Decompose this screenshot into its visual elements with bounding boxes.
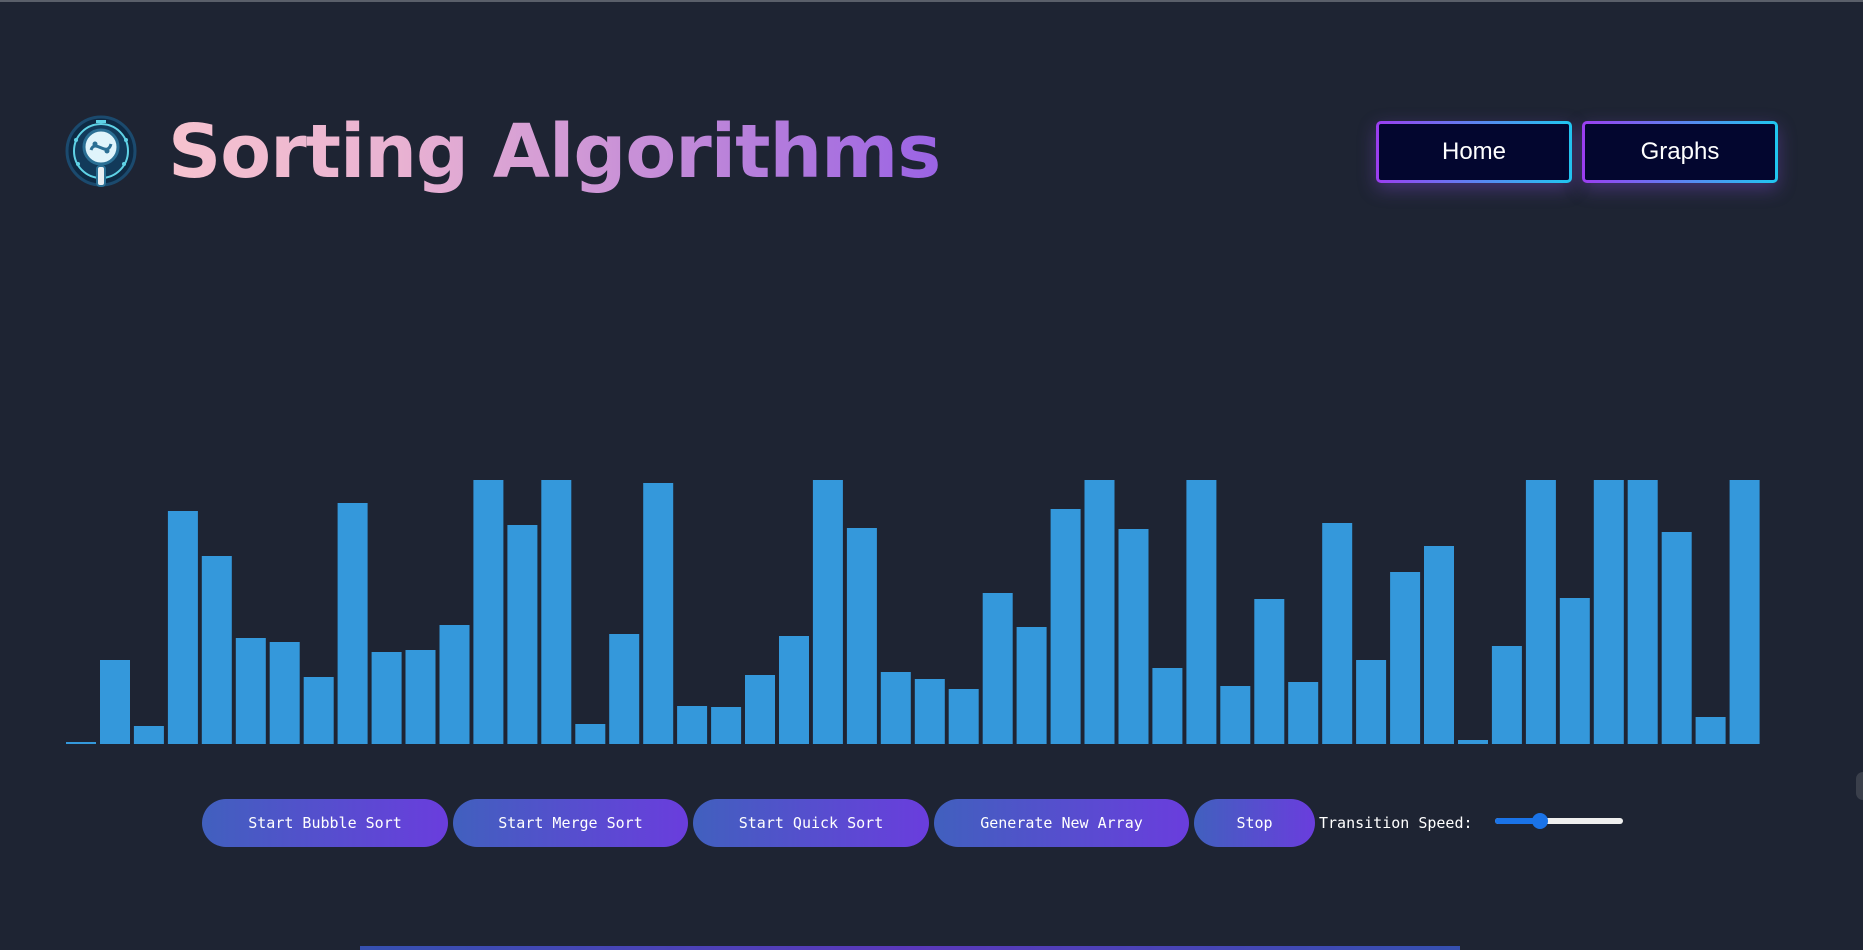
- array-bar: [1254, 599, 1285, 744]
- array-bar: [948, 689, 979, 744]
- array-bar: [1152, 668, 1183, 744]
- array-bar: [812, 480, 843, 744]
- array-bar: [66, 742, 96, 744]
- array-bar: [100, 660, 130, 744]
- nav-graphs-button[interactable]: Graphs: [1582, 121, 1778, 183]
- array-bar: [507, 525, 538, 744]
- array-bar: [1186, 480, 1217, 744]
- array-bar: [1390, 572, 1421, 744]
- array-bar: [269, 642, 300, 744]
- array-bar: [235, 638, 266, 744]
- array-bar: [1084, 480, 1115, 744]
- array-bar: [1288, 682, 1319, 744]
- array-bar: [575, 724, 606, 744]
- array-bar: [1424, 546, 1454, 744]
- start-merge-sort-button[interactable]: Start Merge Sort: [453, 799, 688, 847]
- magnifier-logo-icon: [62, 114, 140, 192]
- array-bar: [745, 675, 775, 744]
- array-bar: [1661, 532, 1692, 744]
- array-bar: [371, 652, 402, 744]
- slider-thumb[interactable]: [1531, 813, 1548, 829]
- array-bar: [1593, 480, 1624, 744]
- array-bar: [167, 511, 198, 744]
- array-bar: [643, 483, 674, 744]
- array-bar: [1627, 480, 1658, 744]
- transition-speed-slider[interactable]: [1495, 813, 1623, 829]
- array-bar: [1322, 523, 1353, 744]
- array-bar: [711, 707, 742, 744]
- array-bar: [1525, 480, 1556, 744]
- array-bar: [982, 593, 1013, 744]
- array-bar: [779, 636, 809, 744]
- array-bar: [1729, 480, 1760, 744]
- start-bubble-sort-button[interactable]: Start Bubble Sort: [202, 799, 448, 847]
- array-bar: [1016, 627, 1047, 744]
- array-bar: [846, 528, 877, 744]
- array-bar: [439, 625, 470, 744]
- nav-home-button[interactable]: Home: [1376, 121, 1572, 183]
- sorting-bar-chart: [0, 460, 1863, 745]
- page-title: Sorting Algorithms: [168, 102, 941, 202]
- page-header: Sorting Algorithms Home Graphs: [0, 0, 1863, 240]
- controls-bar: Start Bubble Sort Start Merge Sort Start…: [0, 799, 1863, 849]
- bar-chart-svg: [66, 480, 1760, 744]
- array-bar: [1118, 529, 1149, 744]
- array-bar: [1458, 740, 1488, 744]
- array-bar: [1050, 509, 1081, 744]
- array-bar: [1220, 686, 1251, 744]
- array-bar: [303, 677, 334, 744]
- transition-speed-label: Transition Speed:: [1319, 814, 1473, 832]
- array-bar: [677, 706, 708, 744]
- stop-button[interactable]: Stop: [1194, 799, 1315, 847]
- generate-new-array-button[interactable]: Generate New Array: [934, 799, 1189, 847]
- array-bar: [1356, 660, 1387, 744]
- scroll-edge-handle[interactable]: [1856, 772, 1863, 800]
- array-bar: [609, 634, 640, 744]
- array-bar: [880, 672, 911, 744]
- array-bar: [1695, 717, 1726, 744]
- array-bar: [405, 650, 436, 744]
- array-bar: [541, 480, 572, 744]
- bottom-reflection: [360, 946, 1460, 950]
- array-bar: [1559, 598, 1590, 744]
- array-bar: [133, 726, 164, 744]
- array-bar: [473, 480, 504, 744]
- start-quick-sort-button[interactable]: Start Quick Sort: [693, 799, 929, 847]
- array-bar: [337, 503, 368, 744]
- array-bar: [201, 556, 232, 744]
- array-bar: [1491, 646, 1522, 744]
- array-bar: [914, 679, 945, 744]
